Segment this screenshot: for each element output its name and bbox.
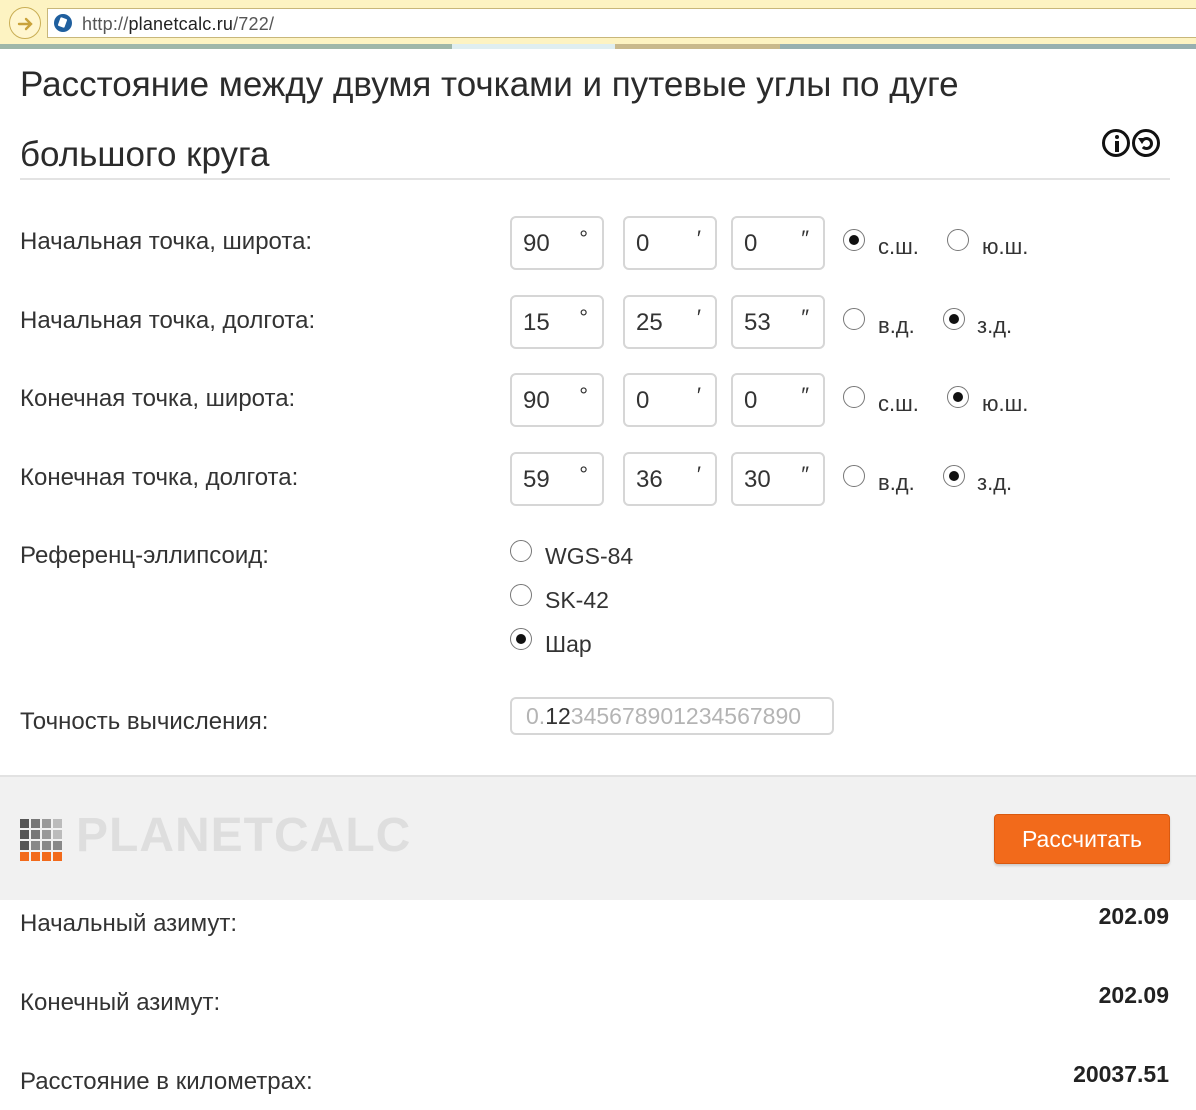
sec-input[interactable]: 30 ″ [731, 452, 825, 506]
min-input[interactable]: 36 ′ [623, 452, 717, 506]
min-input[interactable]: 0 ′ [623, 373, 717, 427]
min-unit: ′ [696, 305, 701, 330]
calculate-button[interactable]: Рассчитать [994, 814, 1170, 864]
sec-unit: ″ [801, 305, 809, 330]
coord-row-label: Начальная точка, долгота: [20, 307, 316, 334]
ellipsoid-label: Референц-эллипсоид: [20, 542, 269, 569]
min-input[interactable]: 0 ′ [623, 216, 717, 270]
hemisphere-label-2: з.д. [977, 470, 1013, 495]
ellipsoid-option-label: WGS-84 [545, 543, 634, 569]
hemisphere-label-2: з.д. [977, 313, 1013, 338]
ellipsoid-radio[interactable] [510, 628, 532, 650]
sec-input[interactable]: 0 ″ [731, 373, 825, 427]
result-value: 202.09 [1098, 903, 1169, 929]
hemisphere-label-1: в.д. [878, 313, 915, 338]
hemisphere-radio-2[interactable] [943, 308, 965, 330]
sec-input[interactable]: 0 ″ [731, 216, 825, 270]
hemisphere-label-1: в.д. [878, 470, 915, 495]
deg-unit: ° [579, 462, 588, 487]
hemisphere-radio-2[interactable] [947, 386, 969, 408]
reset-icon[interactable] [1132, 129, 1160, 157]
deg-input[interactable]: 15 ° [510, 295, 604, 349]
hemisphere-radio-1[interactable] [843, 229, 865, 251]
deg-unit: ° [579, 383, 588, 408]
coord-row-label: Начальная точка, широта: [20, 228, 313, 255]
result-label: Начальный азимут: [20, 910, 238, 937]
sec-unit: ″ [801, 462, 809, 487]
tab-strip [0, 44, 1196, 49]
sec-unit: ″ [801, 226, 809, 251]
title-divider [20, 178, 1170, 180]
deg-unit: ° [579, 226, 588, 251]
ellipsoid-radio[interactable] [510, 584, 532, 606]
precision-selector[interactable]: 0.12345678901234567890 [510, 697, 834, 735]
sec-unit: ″ [801, 383, 809, 408]
hemisphere-radio-1[interactable] [843, 465, 865, 487]
hemisphere-label-2: ю.ш. [982, 234, 1029, 259]
coord-row-label: Конечная точка, долгота: [20, 464, 299, 491]
min-input[interactable]: 25 ′ [623, 295, 717, 349]
min-unit: ′ [696, 462, 701, 487]
ellipsoid-option-label: Шар [545, 631, 592, 657]
info-icon[interactable] [1102, 129, 1130, 157]
precision-active-digits: 12 [545, 703, 571, 729]
precision-label: Точность вычисления: [20, 708, 269, 735]
site-favicon-icon [54, 14, 72, 32]
arrow-right-icon [17, 17, 33, 31]
url-text: http://planetcalc.ru/722/ [82, 14, 275, 34]
hemisphere-label-2: ю.ш. [982, 391, 1029, 416]
page-title: Расстояние между двумя точками и путевые… [20, 65, 959, 174]
ellipsoid-radio[interactable] [510, 540, 532, 562]
result-value: 202.09 [1098, 982, 1169, 1008]
header-icons [1102, 129, 1162, 157]
result-label: Конечный азимут: [20, 989, 221, 1016]
min-unit: ′ [696, 383, 701, 408]
hemisphere-radio-1[interactable] [843, 308, 865, 330]
hemisphere-label-1: с.ш. [878, 234, 919, 259]
calculator-footer: PLANETCALC Рассчитать [0, 775, 1196, 900]
deg-input[interactable]: 59 ° [510, 452, 604, 506]
ellipsoid-option-label: SK-42 [545, 587, 609, 613]
planetcalc-logo-icon [20, 819, 62, 861]
deg-unit: ° [579, 305, 588, 330]
coord-row-label: Конечная точка, широта: [20, 385, 296, 412]
deg-input[interactable]: 90 ° [510, 373, 604, 427]
min-unit: ′ [696, 226, 701, 251]
hemisphere-radio-1[interactable] [843, 386, 865, 408]
brand-name: PLANETCALC [76, 809, 412, 862]
url-input[interactable]: http://planetcalc.ru/722/ [47, 8, 1196, 38]
hemisphere-label-1: с.ш. [878, 391, 919, 416]
result-value: 20037.51 [1073, 1061, 1169, 1087]
deg-input[interactable]: 90 ° [510, 216, 604, 270]
hemisphere-radio-2[interactable] [947, 229, 969, 251]
hemisphere-radio-2[interactable] [943, 465, 965, 487]
browser-address-bar: http://planetcalc.ru/722/ [0, 0, 1196, 45]
sec-input[interactable]: 53 ″ [731, 295, 825, 349]
forward-button[interactable] [9, 7, 41, 39]
result-label: Расстояние в километрах: [20, 1068, 313, 1095]
